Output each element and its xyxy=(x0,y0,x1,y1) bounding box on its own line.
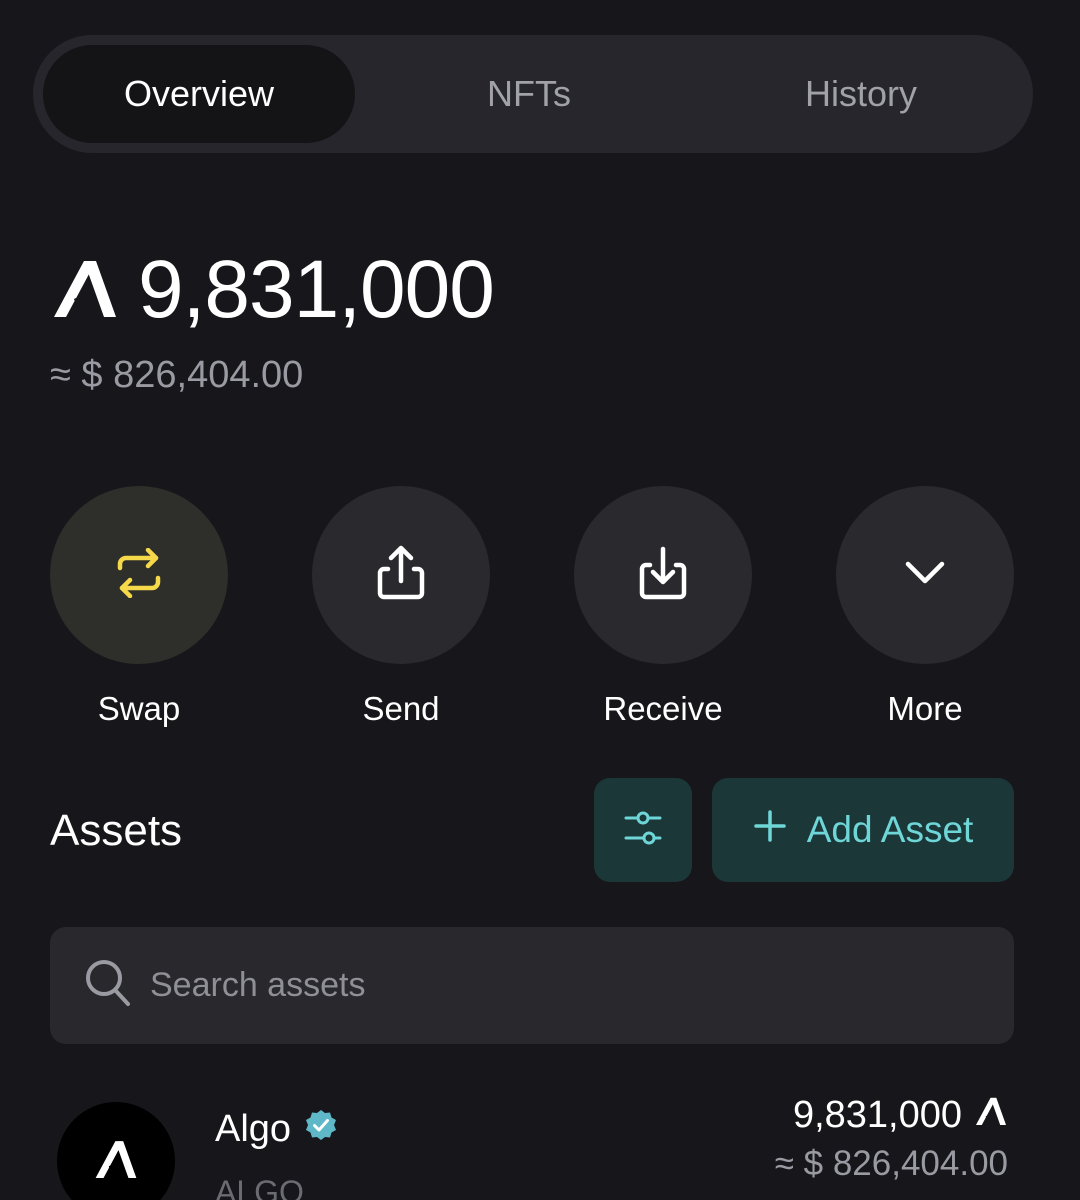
more-button[interactable] xyxy=(836,486,1014,664)
search-input[interactable] xyxy=(150,966,970,1005)
filter-button[interactable] xyxy=(594,778,692,882)
algo-icon xyxy=(974,1094,1008,1137)
swap-button[interactable] xyxy=(50,486,228,664)
send-button[interactable] xyxy=(312,486,490,664)
assets-heading: Assets xyxy=(50,806,183,855)
asset-ticker: ALGO xyxy=(215,1174,304,1200)
more-label: More xyxy=(887,690,963,727)
receive-button[interactable] xyxy=(574,486,752,664)
asset-name: Algo xyxy=(215,1108,337,1151)
tab-bar: Overview NFTs History xyxy=(33,35,1033,153)
chevron-down-icon xyxy=(904,560,946,591)
add-asset-button[interactable]: Add Asset xyxy=(712,778,1014,882)
balance: 9,831,000 xyxy=(50,240,495,340)
wallet-screen: Overview NFTs History 9,831,000 ≈ $ 826,… xyxy=(0,0,1080,1200)
verified-badge-icon xyxy=(305,1108,337,1151)
tab-history[interactable]: History xyxy=(705,45,1017,143)
asset-amount: 9,831,000 xyxy=(793,1094,1008,1137)
swap-icon xyxy=(112,547,166,603)
plus-icon xyxy=(753,809,787,852)
send-action: Send xyxy=(312,486,490,728)
algo-icon xyxy=(50,255,120,326)
receive-label: Receive xyxy=(603,690,723,727)
asset-name-label: Algo xyxy=(215,1108,292,1150)
filter-sliders-icon xyxy=(623,810,663,851)
search-icon xyxy=(84,958,132,1013)
send-icon xyxy=(374,545,428,606)
asset-row-algo[interactable]: Algo ALGO 9,831,000 ≈ $ 826,404.00 xyxy=(0,1090,1080,1200)
swap-label: Swap xyxy=(97,690,181,727)
swap-action: Swap xyxy=(50,486,228,728)
asset-amount-value: 9,831,000 xyxy=(792,1094,962,1136)
tab-overview[interactable]: Overview xyxy=(43,45,355,143)
receive-icon xyxy=(636,545,690,606)
send-label: Send xyxy=(362,690,440,727)
algo-icon xyxy=(93,1137,139,1186)
add-asset-label: Add Asset xyxy=(806,809,974,850)
balance-amount: 9,831,000 xyxy=(138,244,495,335)
algo-avatar xyxy=(57,1102,175,1200)
receive-action: Receive xyxy=(574,486,752,728)
tab-nfts[interactable]: NFTs xyxy=(373,45,685,143)
search-bar xyxy=(50,927,1014,1044)
more-action: More xyxy=(836,486,1014,728)
balance-usd: ≈ $ 826,404.00 xyxy=(50,354,304,396)
asset-usd-value: ≈ $ 826,404.00 xyxy=(774,1144,1008,1183)
